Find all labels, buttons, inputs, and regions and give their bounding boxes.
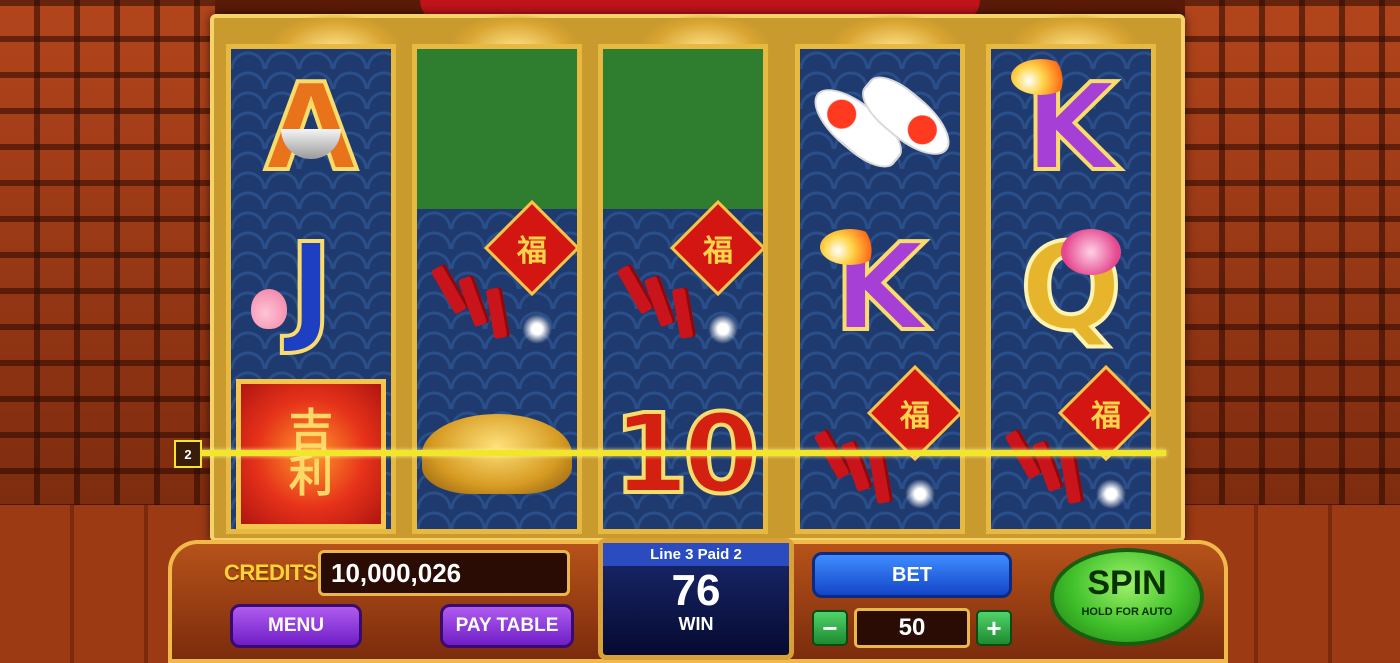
pay-table-button[interactable]: PAY TABLE — [440, 604, 574, 648]
menu-button[interactable]: MENU — [230, 604, 362, 648]
spin-label: SPIN — [1087, 564, 1167, 602]
reel-5: K Q 福 — [986, 44, 1156, 534]
peach-icon — [251, 289, 287, 329]
koi-fish-icon — [802, 54, 960, 204]
bet-decrease-button[interactable]: − — [812, 610, 848, 646]
fu-character: 福 — [1091, 399, 1121, 434]
bet-value: 50 — [854, 608, 970, 648]
winning-payline — [200, 450, 1166, 456]
symbol-letter-q: Q — [991, 209, 1151, 369]
reel-1: A J 吉 利 — [226, 44, 396, 534]
firecracker-icon: 福 — [608, 199, 763, 364]
firecracker-icon: 福 — [422, 199, 577, 364]
reel-2: 福 — [412, 44, 582, 534]
win-display: Line 3 Paid 2 76 WIN — [598, 538, 794, 660]
fu-character: 福 — [517, 234, 547, 269]
fu-character: 福 — [900, 399, 930, 434]
symbol-firecracker: 福 — [417, 199, 577, 369]
letter-j: J — [287, 219, 336, 358]
fireball-icon — [820, 229, 880, 265]
credits-value: 10,000,026 — [318, 550, 570, 596]
symbol-gold-coin — [417, 49, 577, 209]
scroll-char-bottom: 利 — [289, 451, 333, 502]
win-amount: 76 — [671, 566, 721, 615]
win-label: WIN — [678, 614, 714, 634]
symbol-koi — [800, 49, 960, 209]
payline-badge: 2 — [174, 440, 202, 468]
symbol-gold-coin — [603, 49, 763, 209]
spin-sub-label: HOLD FOR AUTO — [1081, 606, 1173, 618]
bet-button[interactable]: BET — [812, 552, 1012, 598]
credits-label: CREDITS — [224, 560, 318, 585]
spin-button[interactable]: SPIN HOLD FOR AUTO — [1050, 548, 1204, 646]
win-message: Line 3 Paid 2 — [603, 543, 789, 566]
symbol-letter-k: K — [991, 49, 1151, 209]
lotus-flower-icon — [1061, 229, 1121, 275]
symbol-letter-a: A — [231, 49, 391, 209]
bet-increase-button[interactable]: + — [976, 610, 1012, 646]
symbol-letter-k: K — [800, 209, 960, 369]
reel-3: 福 10 — [598, 44, 768, 534]
scroll-char-top: 吉 — [289, 404, 333, 456]
symbol-firecracker: 福 — [603, 199, 763, 369]
fireball-icon — [1011, 59, 1071, 95]
lattice-wall-right — [1185, 0, 1400, 540]
reel-4: K 福 — [795, 44, 965, 534]
fu-character: 福 — [703, 234, 733, 269]
symbol-letter-j: J — [231, 209, 391, 369]
